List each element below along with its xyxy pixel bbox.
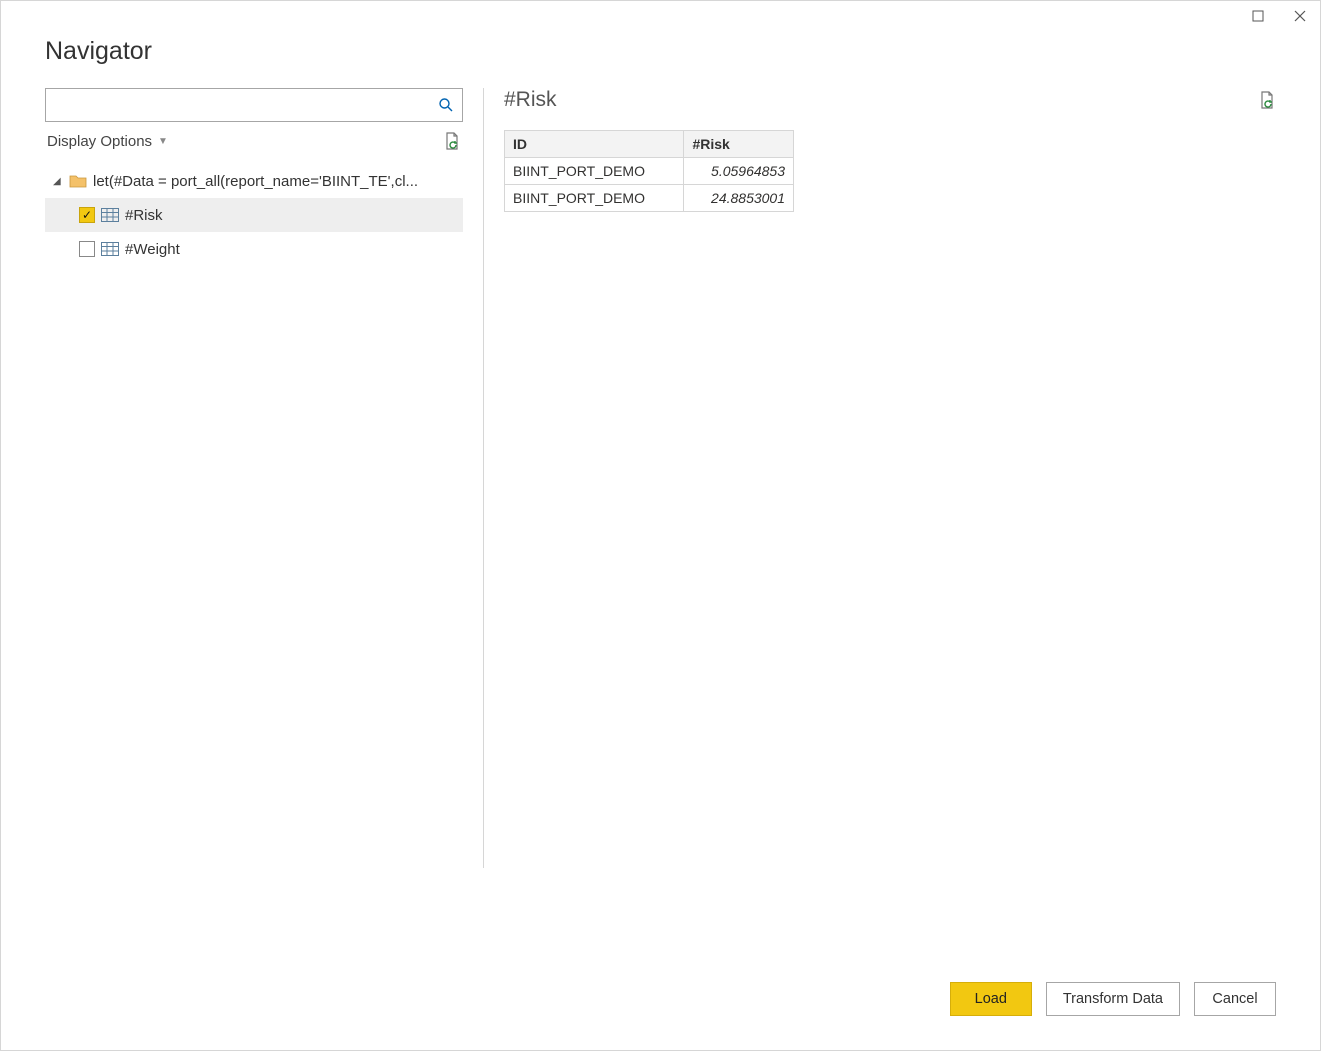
display-options-dropdown[interactable]: Display Options ▼	[47, 133, 168, 150]
tree-root-label: let(#Data = port_all(report_name='BIINT_…	[93, 173, 418, 190]
cell-id: BIINT_PORT_DEMO	[505, 158, 684, 185]
refresh-tree-button[interactable]	[443, 132, 461, 150]
header: Navigator	[1, 31, 1320, 88]
search-input[interactable]	[54, 89, 438, 121]
tree-item-risk[interactable]: ✓ #Risk	[45, 198, 463, 232]
search-icon[interactable]	[438, 97, 454, 113]
preview-header: #Risk	[504, 88, 1276, 112]
body: Display Options ▼ ◢	[1, 88, 1320, 982]
col-id[interactable]: ID	[505, 131, 684, 158]
close-icon	[1294, 10, 1306, 22]
cell-risk: 5.05964853	[684, 158, 794, 185]
page-title: Navigator	[45, 37, 1276, 66]
preview-table: ID #Risk BIINT_PORT_DEMO 5.05964853 BIIN…	[504, 130, 794, 212]
search-field[interactable]	[45, 88, 463, 122]
folder-icon	[69, 174, 87, 188]
document-refresh-icon	[443, 132, 461, 150]
cell-id: BIINT_PORT_DEMO	[505, 185, 684, 212]
cell-risk: 24.8853001	[684, 185, 794, 212]
nav-tree: ◢ let(#Data = port_all(report_name='BIIN…	[45, 164, 463, 266]
table-header-row: ID #Risk	[505, 131, 794, 158]
col-risk[interactable]: #Risk	[684, 131, 794, 158]
maximize-button[interactable]	[1244, 2, 1272, 30]
left-panel: Display Options ▼ ◢	[45, 88, 463, 982]
checkbox-weight[interactable]	[79, 241, 95, 257]
chevron-down-icon: ▼	[158, 136, 168, 147]
footer: Load Transform Data Cancel	[1, 982, 1320, 1050]
tree-item-label: #Weight	[125, 241, 180, 258]
close-button[interactable]	[1286, 2, 1314, 30]
maximize-icon	[1252, 10, 1264, 22]
tree-item-label: #Risk	[125, 207, 163, 224]
transform-data-button[interactable]: Transform Data	[1046, 982, 1180, 1016]
vertical-divider	[483, 88, 484, 868]
load-button[interactable]: Load	[950, 982, 1032, 1016]
table-row[interactable]: BIINT_PORT_DEMO 5.05964853	[505, 158, 794, 185]
table-row[interactable]: BIINT_PORT_DEMO 24.8853001	[505, 185, 794, 212]
table-icon	[101, 208, 119, 222]
table-icon	[101, 242, 119, 256]
document-refresh-icon	[1258, 91, 1276, 109]
collapse-icon[interactable]: ◢	[53, 176, 63, 187]
display-options-label: Display Options	[47, 133, 152, 150]
display-options-row: Display Options ▼	[45, 122, 463, 160]
checkbox-risk[interactable]: ✓	[79, 207, 95, 223]
right-panel: #Risk ID #Risk	[504, 88, 1276, 982]
tree-item-weight[interactable]: #Weight	[45, 232, 463, 266]
titlebar	[1, 1, 1320, 31]
preview-title: #Risk	[504, 88, 557, 112]
navigator-window: Navigator Display Options ▼	[0, 0, 1321, 1051]
tree-root[interactable]: ◢ let(#Data = port_all(report_name='BIIN…	[45, 164, 463, 198]
cancel-button[interactable]: Cancel	[1194, 982, 1276, 1016]
refresh-preview-button[interactable]	[1258, 91, 1276, 109]
